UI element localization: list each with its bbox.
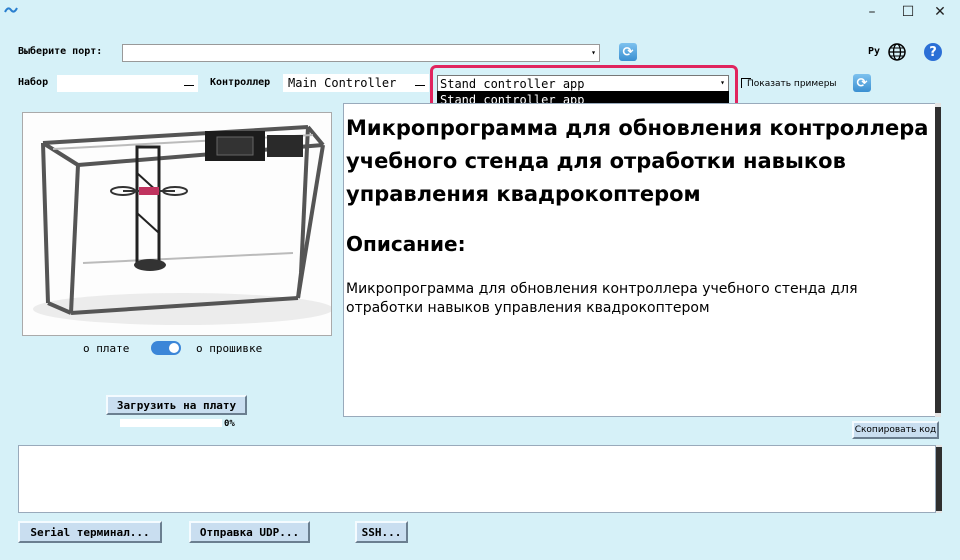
toggle-knob <box>169 343 179 353</box>
chevron-down-icon <box>184 85 194 86</box>
udp-send-button[interactable]: Отправка UDP... <box>189 521 310 543</box>
globe-icon[interactable] <box>887 42 907 62</box>
refresh-ports-icon[interactable]: ⟳ <box>619 43 637 61</box>
description-title: Микропрограмма для обновления контроллер… <box>346 116 929 206</box>
title-bar: – ☐ ✕ <box>0 0 960 24</box>
minimize-button[interactable]: – <box>856 0 888 24</box>
show-examples-label: Показать примеры <box>747 79 837 89</box>
controller-select[interactable]: Main Controller <box>283 74 429 92</box>
upload-button[interactable]: Загрузить на плату <box>106 395 247 415</box>
about-board-label: о плате <box>83 342 130 355</box>
port-select[interactable]: ▾ <box>122 44 600 62</box>
description-text: Микропрограмма для обновления контроллер… <box>346 281 858 316</box>
app-logo-icon <box>4 4 20 18</box>
description-heading: Описание: <box>346 232 466 256</box>
set-select[interactable] <box>57 75 198 92</box>
ssh-button[interactable]: SSH... <box>355 521 408 543</box>
copy-code-button[interactable]: Скопировать код <box>852 421 939 439</box>
description-scroll-thumb[interactable] <box>935 107 941 413</box>
refresh-firmware-icon[interactable]: ⟳ <box>853 74 871 92</box>
controller-select-value: Main Controller <box>288 76 397 90</box>
upload-progress-bar <box>120 419 222 427</box>
set-label: Набор <box>18 77 49 88</box>
about-toggle[interactable] <box>151 341 181 355</box>
chevron-down-icon: ▾ <box>591 48 596 57</box>
description-panel: Микропрограмма для обновления контроллер… <box>343 103 937 417</box>
device-image <box>22 112 332 336</box>
log-scroll-thumb[interactable] <box>936 447 942 511</box>
controller-label: Контроллер <box>210 77 271 88</box>
maximize-button[interactable]: ☐ <box>892 0 924 24</box>
serial-terminal-button[interactable]: Serial терминал... <box>18 521 162 543</box>
description-scrollbar[interactable] <box>935 103 941 417</box>
help-icon[interactable]: ? <box>924 43 942 61</box>
port-label: Выберите порт: <box>18 46 103 57</box>
quadcopter-stand-illustration <box>23 113 331 335</box>
about-firmware-label: о прошивке <box>196 342 263 355</box>
close-button[interactable]: ✕ <box>924 0 956 24</box>
log-scrollbar[interactable] <box>936 445 942 513</box>
upload-progress-text: 0% <box>224 419 235 429</box>
language-label: Ру <box>868 46 881 57</box>
chevron-down-icon <box>415 85 425 86</box>
log-output[interactable] <box>18 445 936 513</box>
